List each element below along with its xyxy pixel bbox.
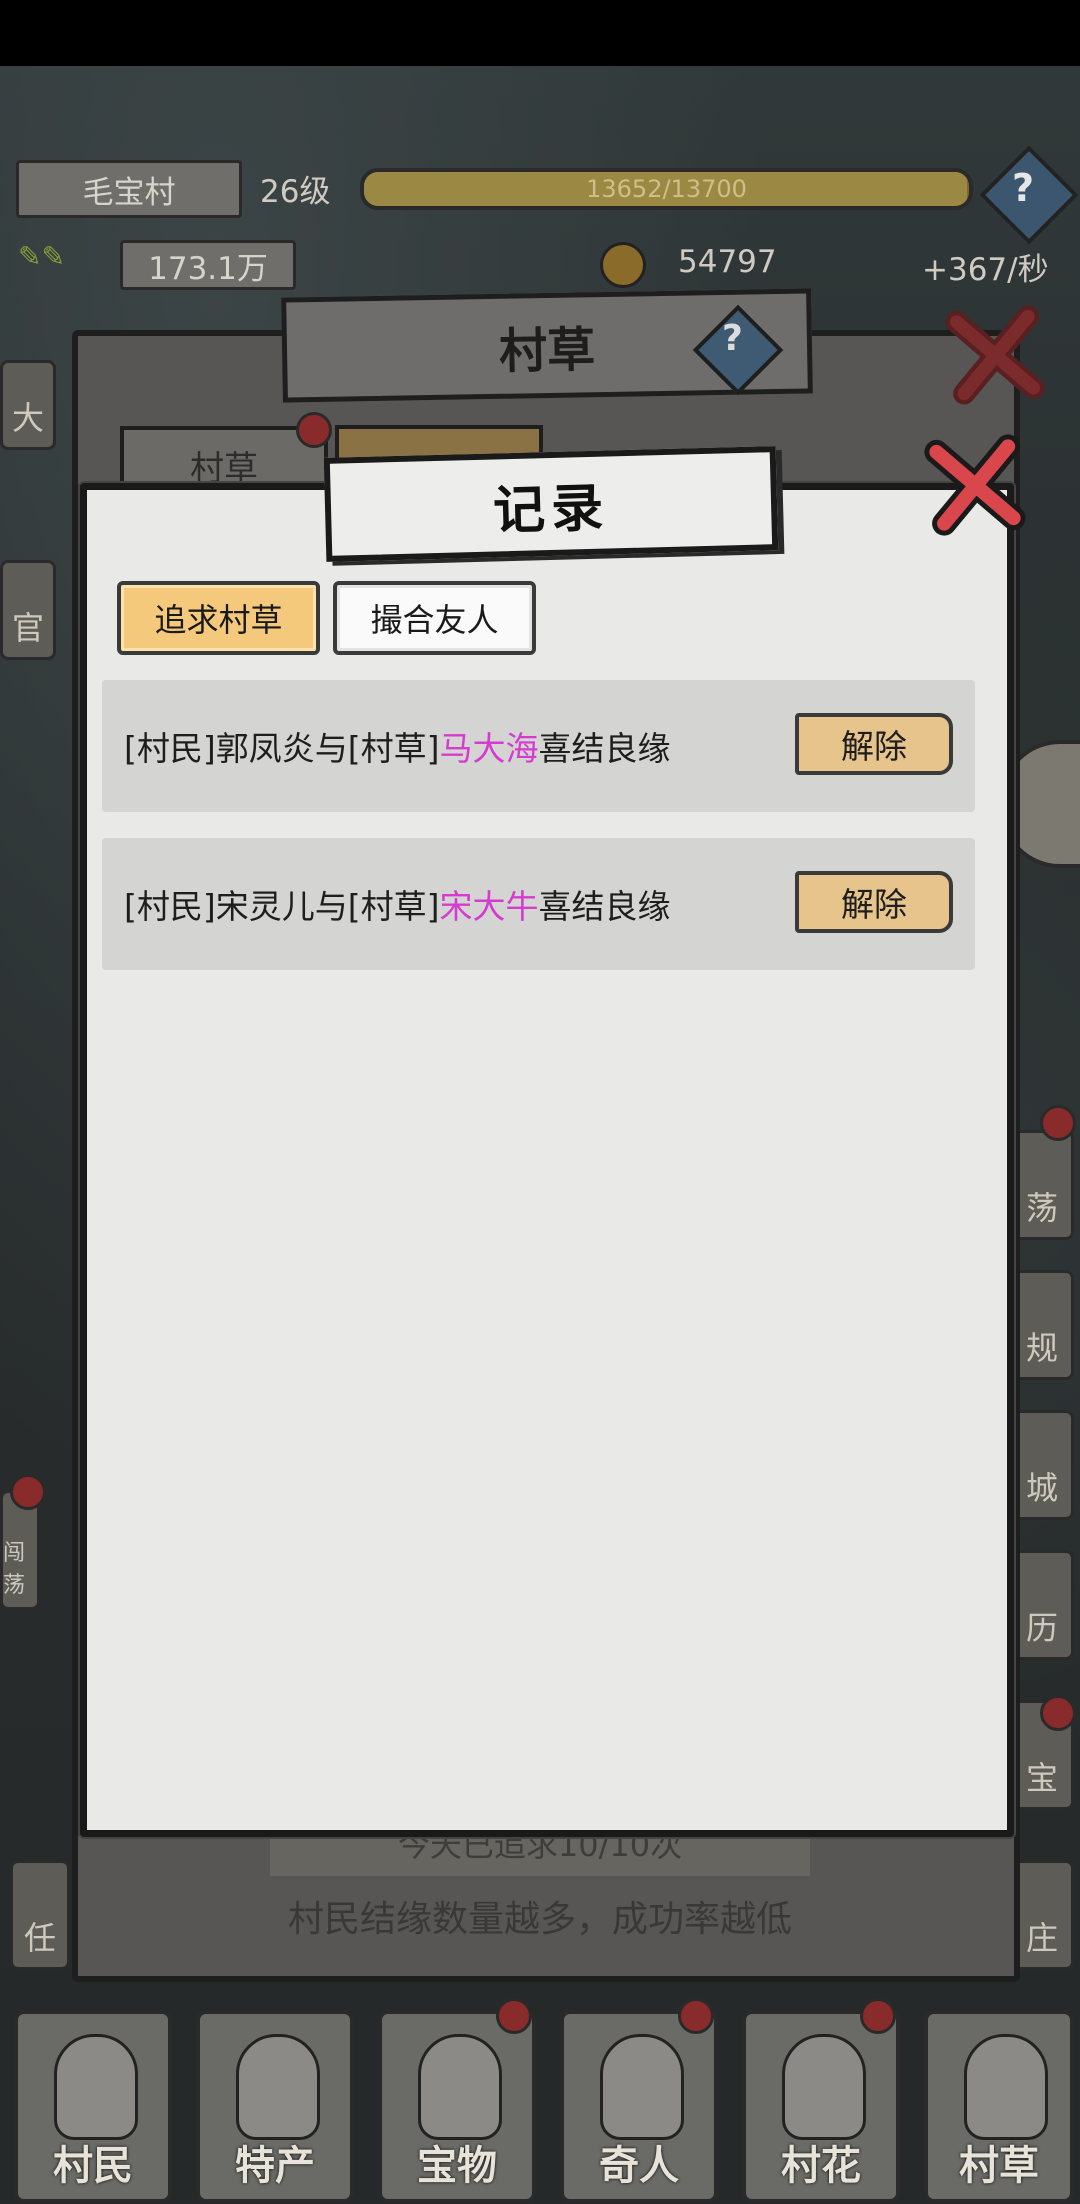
release-button[interactable]: 解除: [795, 713, 953, 775]
villager-icon: [54, 2034, 138, 2140]
status-bar: [0, 0, 1080, 66]
notification-dot: [1040, 1105, 1076, 1141]
question-icon: ?: [1012, 166, 1035, 210]
list-item: [村民]宋灵儿与[村草] 宋大牛 喜结良缘 解除: [102, 838, 975, 970]
notification-dot: [860, 1998, 896, 2034]
coin-value: 54797: [678, 244, 777, 280]
back-close-icon[interactable]: [940, 300, 1050, 410]
village-belle-icon: [782, 2034, 866, 2140]
exp-bar: 13652/13700: [360, 168, 973, 210]
question-icon: ?: [722, 318, 743, 359]
exp-text: 13652/13700: [586, 175, 747, 203]
notification-dot: [496, 1998, 532, 2034]
notification-dot: [678, 1998, 714, 2034]
left-scene-button-1[interactable]: 大: [0, 360, 56, 450]
left-scene-button-2[interactable]: 官: [0, 560, 56, 660]
strange-person-icon: [600, 2034, 684, 2140]
left-scene-button-4[interactable]: 任: [10, 1860, 70, 1970]
notification-dot: [296, 412, 332, 448]
village-name: 毛宝村: [82, 174, 176, 211]
close-icon[interactable]: [920, 430, 1030, 540]
village-hunk-icon: [964, 2034, 1048, 2140]
list-item: [村民]郭凤炎与[村草] 马大海 喜结良缘 解除: [102, 680, 975, 812]
village-level: 26级: [260, 174, 331, 210]
coin-icon: [600, 242, 646, 288]
success-rate-hint: 村民结缘数量越多，成功率越低: [287, 1899, 792, 1940]
village-name-box: 毛宝村: [16, 160, 242, 218]
records-dialog-title: 记录: [323, 446, 779, 562]
record-text: [村民]郭凤炎与[村草] 马大海 喜结良缘: [124, 680, 671, 812]
total-power-value: 173.1万: [148, 250, 268, 287]
release-button[interactable]: 解除: [795, 871, 953, 933]
tab-pursue-village-hunk[interactable]: 追求村草: [117, 581, 320, 655]
nav-village-hunk[interactable]: 村草: [924, 2010, 1074, 2203]
coin-rate: +367/秒: [922, 252, 1049, 288]
record-name: 马大海: [439, 729, 539, 768]
notification-dot: [1040, 1695, 1076, 1731]
help-button[interactable]: ?: [979, 145, 1079, 245]
treasure-icon: [418, 2034, 502, 2140]
notification-dot: [10, 1474, 46, 1510]
tab-matchmake-friends[interactable]: 撮合友人: [333, 581, 536, 655]
record-name: 宋大牛: [439, 887, 539, 926]
total-power-box: 173.1万: [120, 240, 296, 290]
specialty-sack-icon: [236, 2034, 320, 2140]
nav-village-belle[interactable]: 村花: [742, 2010, 900, 2203]
record-text: [村民]宋灵儿与[村草] 宋大牛 喜结良缘: [124, 838, 671, 970]
nav-villagers[interactable]: 村民: [14, 2010, 172, 2203]
nav-treasure[interactable]: 宝物: [378, 2010, 536, 2203]
nav-strange-people[interactable]: 奇人: [560, 2010, 718, 2203]
nav-specialty[interactable]: 特产: [196, 2010, 354, 2203]
